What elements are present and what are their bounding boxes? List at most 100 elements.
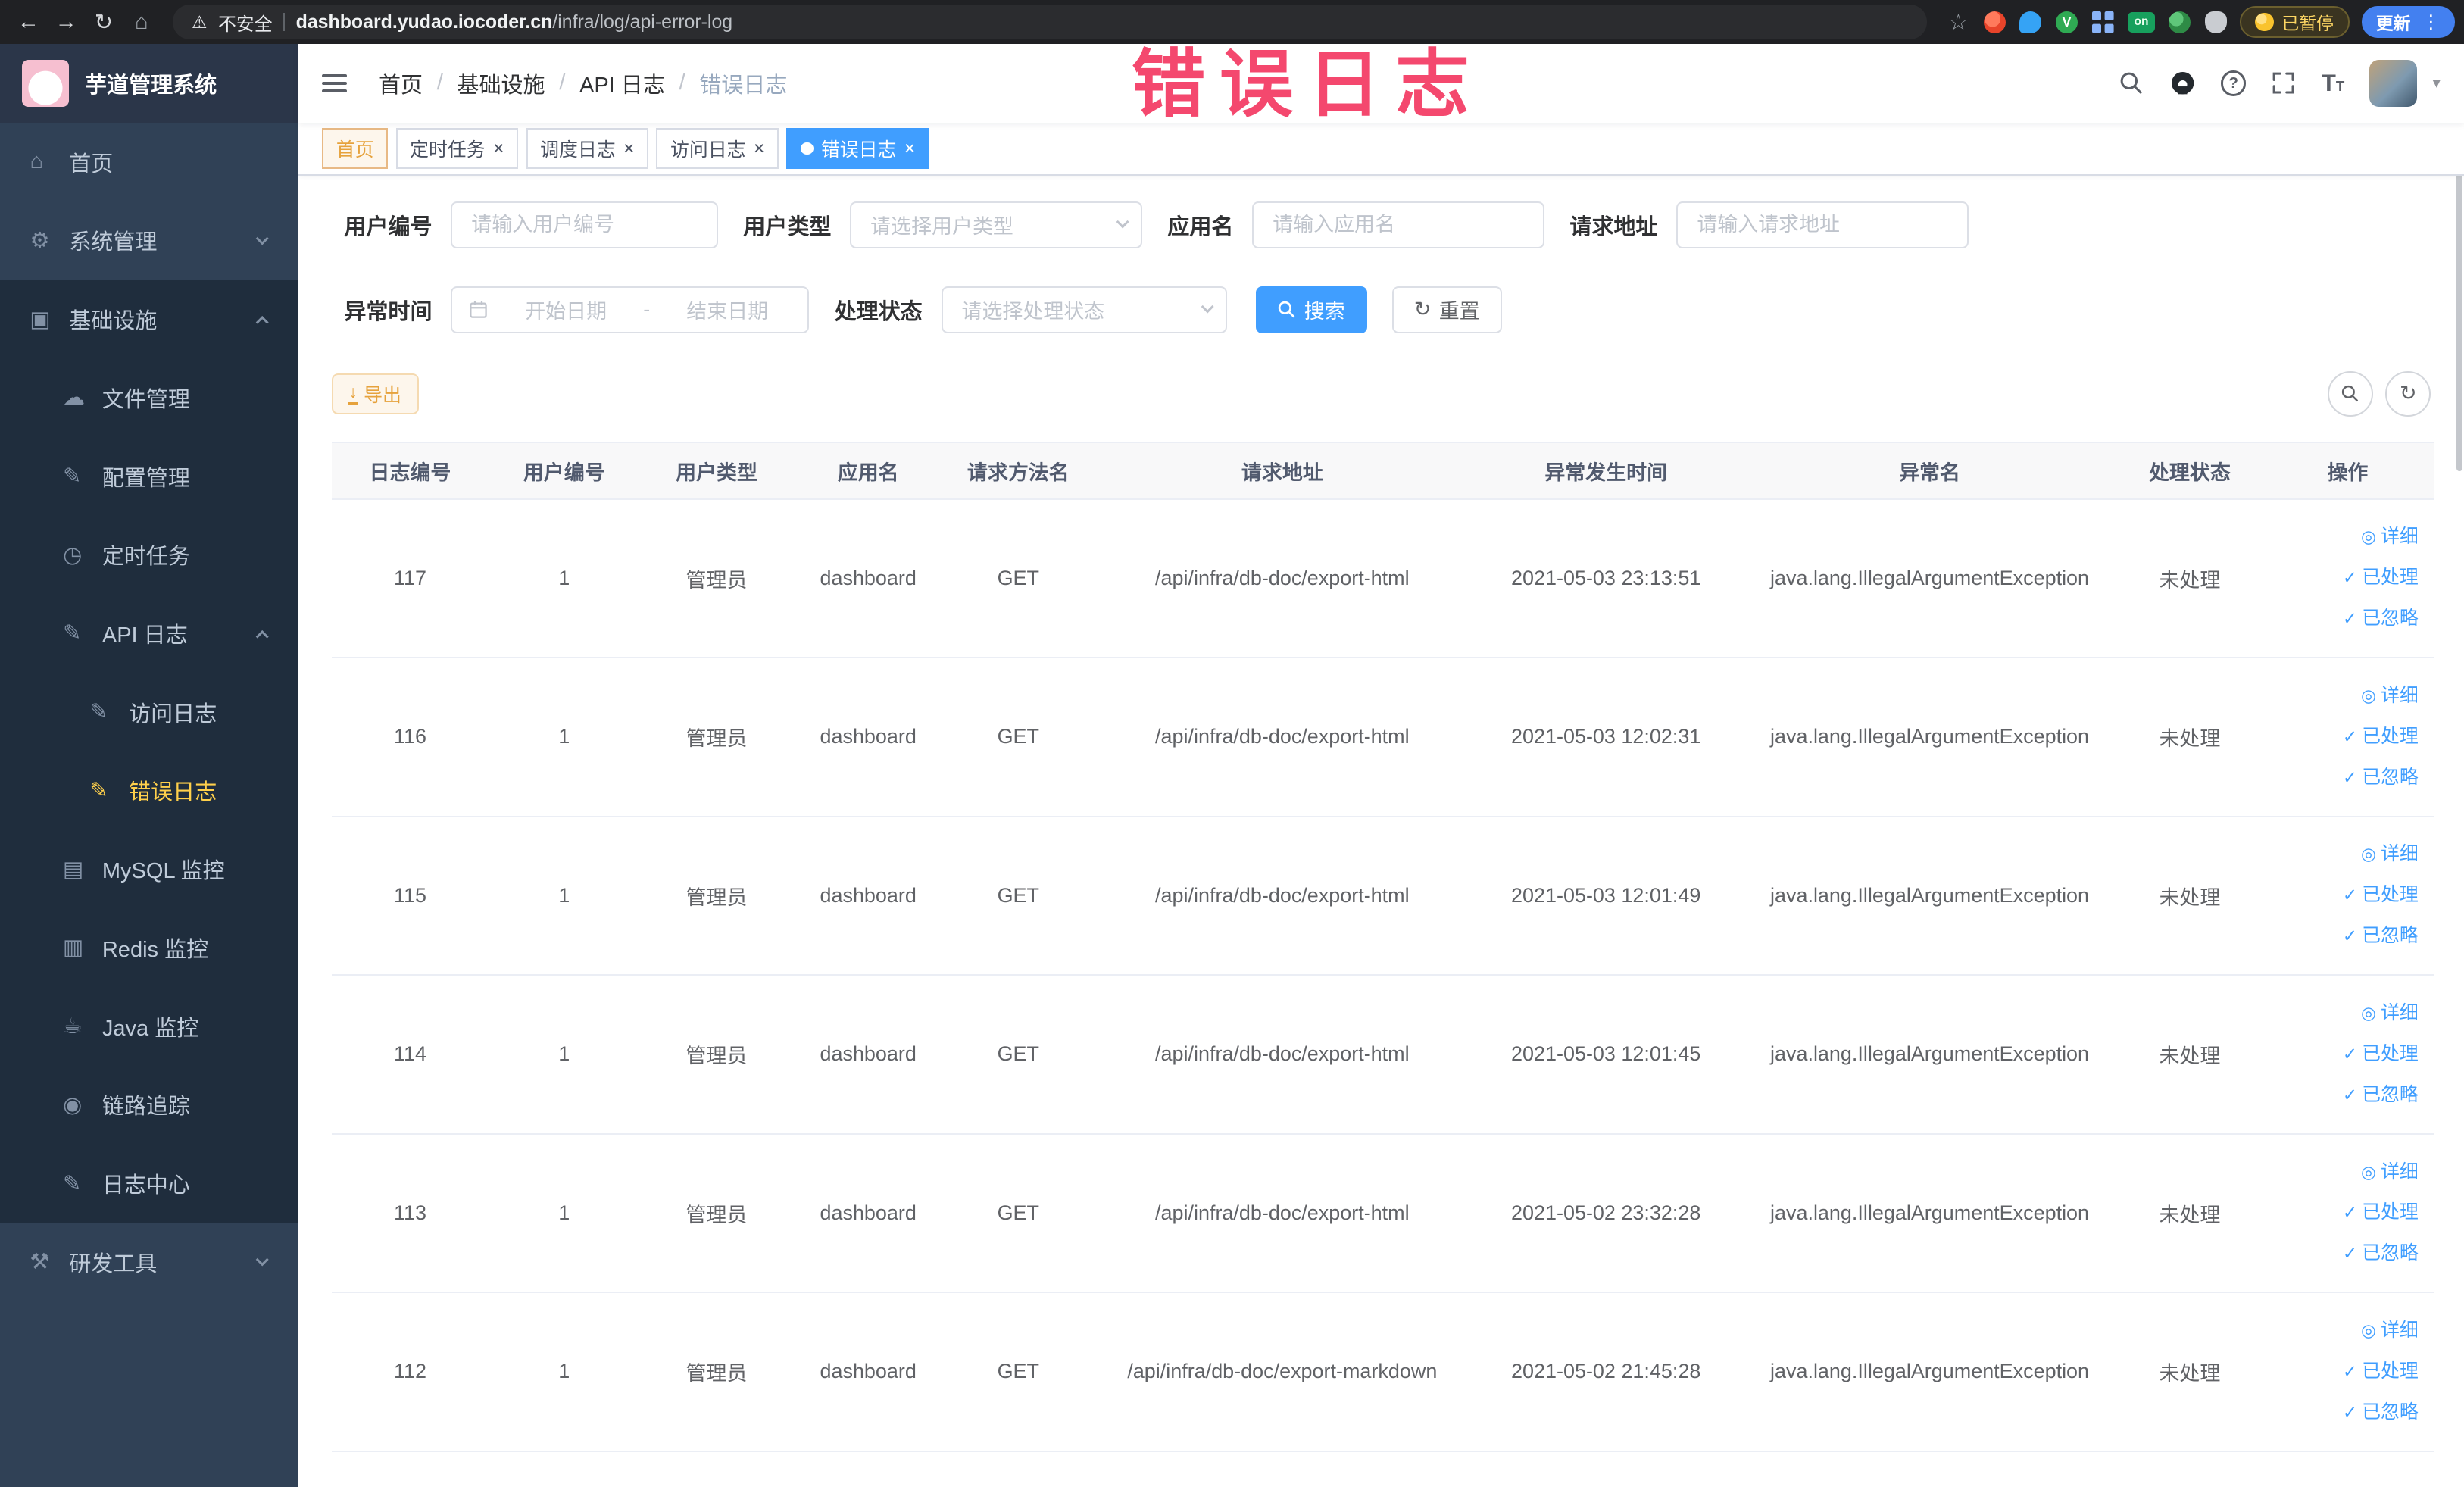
close-icon[interactable]: × [904,139,916,158]
extension-drop-icon[interactable] [2019,11,2042,33]
sidebar-item-job[interactable]: ◷ 定时任务 [0,515,299,595]
close-icon[interactable]: × [493,139,504,158]
table-row: 114 1 管理员 dashboard GET/api/infra/db-doc/exp… [331,975,2434,1135]
sidebar-item-system[interactable]: ⚙ 系统管理 [0,201,298,280]
cell-actions: ◎ 详细 ✓ 已处理 ✓ 已忽略 [2261,975,2434,1135]
breadcrumb-item[interactable]: 首页 [379,67,423,99]
ignored-link[interactable]: ✓ 已忽略 [2271,1392,2419,1433]
avatar-caret-down-icon[interactable]: ▾ [2432,73,2440,92]
update-button[interactable]: 更新 ⋮ [2362,6,2455,38]
detail-link[interactable]: ◎ 详细 [2271,993,2419,1034]
close-icon[interactable]: × [754,139,765,158]
sidebar-item-label: 链路追踪 [101,1095,190,1120]
process-status-select[interactable]: 请选择处理状态 [941,286,1228,333]
extension-on-badge-icon[interactable]: on [2128,11,2155,33]
search-icon[interactable] [2119,70,2144,95]
app-name-input[interactable] [1252,201,1545,248]
font-size-icon[interactable]: TT [2322,71,2344,95]
sidebar-item-dev-tools[interactable]: ⚒ 研发工具 [0,1223,298,1301]
sidebar-item-home[interactable]: ⌂ 首页 [0,123,298,201]
detail-link[interactable]: ◎ 详细 [2271,676,2419,717]
forward-icon[interactable]: → [47,3,85,41]
ignored-link[interactable]: ✓ 已忽略 [2271,758,2419,798]
cell-exception-time: 2021-05-03 23:13:51 [1470,498,1741,659]
detail-link[interactable]: ◎ 详细 [2271,517,2419,558]
ignored-link[interactable]: ✓ 已忽略 [2271,1233,2419,1274]
breadcrumb-item: 错误日志 [699,73,788,98]
sidebar-item-access-log[interactable]: ✎ 访问日志 [0,672,299,751]
extension-red-icon[interactable] [1983,11,2006,33]
extension-paw-icon[interactable] [2204,11,2227,33]
tag-label: 访问日志 [670,139,746,161]
tag-首页[interactable]: 首页 [322,128,389,170]
processed-link[interactable]: ✓ 已处理 [2271,717,2419,758]
toggle-search-button[interactable] [2327,370,2373,417]
cell-user-id: 1 [489,1292,640,1452]
cell-user-id: 1 [489,658,640,817]
sidebar-item-trace[interactable]: ◉ 链路追踪 [0,1065,299,1145]
sidebar-item-infra[interactable]: ▣ 基础设施 [0,280,299,358]
tag-调度日志[interactable]: 调度日志 × [526,128,649,170]
extension-leaf-icon[interactable] [2169,11,2191,33]
search-button[interactable]: 搜索 [1255,286,1367,333]
sidebar-item-error-log[interactable]: ✎ 错误日志 [0,751,299,830]
user-type-select[interactable]: 请选择用户类型 [850,201,1143,248]
extension-grid-icon[interactable] [2091,11,2114,33]
detail-link[interactable]: ◎ 详细 [2271,1310,2419,1351]
tag-访问日志[interactable]: 访问日志 × [656,128,779,170]
request-url-input[interactable] [1676,201,1969,248]
tag-定时任务[interactable]: 定时任务 × [395,128,519,170]
fullscreen-icon[interactable] [2271,70,2296,95]
cell-request-method: GET [942,658,1094,817]
user-id-input[interactable] [451,201,719,248]
breadcrumb-item[interactable]: API 日志 [579,67,665,99]
cell-actions: ◎ 详细 ✓ 已处理 ✓ 已忽略 [2261,498,2434,659]
paused-badge-label: 已暂停 [2281,13,2334,33]
browser-home-icon[interactable]: ⌂ [123,3,161,41]
github-icon[interactable] [2169,70,2196,96]
update-button-label: 更新 [2375,13,2411,33]
user-avatar[interactable] [2369,59,2417,108]
extension-v-icon[interactable]: V [2055,11,2078,33]
processed-link[interactable]: ✓ 已处理 [2271,1034,2419,1075]
close-icon[interactable]: × [623,139,635,158]
cell-process-status: 未处理 [2118,816,2262,976]
reload-icon[interactable]: ↻ [85,3,123,41]
ignored-link[interactable]: ✓ 已忽略 [2271,1075,2419,1116]
processed-link[interactable]: ✓ 已处理 [2271,558,2419,598]
detail-link[interactable]: ◎ 详细 [2271,834,2419,875]
processed-link[interactable]: ✓ 已处理 [2271,875,2419,916]
menu-gear-icon: ⚙ [30,228,50,253]
processed-link[interactable]: ✓ 已处理 [2271,1192,2419,1233]
reset-button[interactable]: ↻ 重置 [1391,286,1502,333]
tag-错误日志[interactable]: 错误日志 × [786,128,929,170]
detail-link[interactable]: ◎ 详细 [2271,1152,2419,1193]
tag-label: 调度日志 [540,139,616,161]
user-type-label: 用户类型 [743,214,832,239]
cell-log-id: 112 [331,1292,489,1452]
bookmark-star-icon[interactable]: ☆ [1940,3,1978,41]
address-bar[interactable]: ⚠ 不安全 dashboard.yudao.iocoder.cn/infra/l… [173,5,1927,39]
sidebar-item-config[interactable]: ✎ 配置管理 [0,436,299,516]
sidebar-logo[interactable]: 芋道管理系统 [0,44,299,123]
sidebar-item-java[interactable]: ☕ Java 监控 [0,986,299,1066]
view-icon: ◎ [2360,1161,2376,1182]
help-icon[interactable]: ? [2221,70,2247,96]
exception-time-range-picker[interactable]: 开始日期 - 结束日期 [451,286,810,333]
breadcrumb-item[interactable]: 基础设施 [457,67,545,99]
action-label: 详细 [2381,684,2419,706]
export-button[interactable]: ↓ 导出 [331,373,419,414]
refresh-table-button[interactable]: ↻ [2385,370,2431,417]
ignored-link[interactable]: ✓ 已忽略 [2271,598,2419,639]
sidebar-item-redis[interactable]: ▥ Redis 监控 [0,908,299,987]
ignored-link[interactable]: ✓ 已忽略 [2271,916,2419,957]
processed-link[interactable]: ✓ 已处理 [2271,1351,2419,1392]
sidebar-item-log-center[interactable]: ✎ 日志中心 [0,1144,299,1223]
paused-badge[interactable]: 已暂停 [2239,6,2350,38]
sidebar-item-mysql[interactable]: ▤ MySQL 监控 [0,829,299,908]
back-icon[interactable]: ← [9,3,47,41]
error-log-table: 日志编号 用户编号 用户类型 应用名 请求方法名 请求地址 异常发生时间 异常名 处理状态 操作 … [331,441,2434,1452]
sidebar-item-file[interactable]: ☁ 文件管理 [0,358,299,437]
hamburger-icon[interactable] [322,67,353,98]
sidebar-item-api-log[interactable]: ✎ API 日志 [0,594,299,673]
